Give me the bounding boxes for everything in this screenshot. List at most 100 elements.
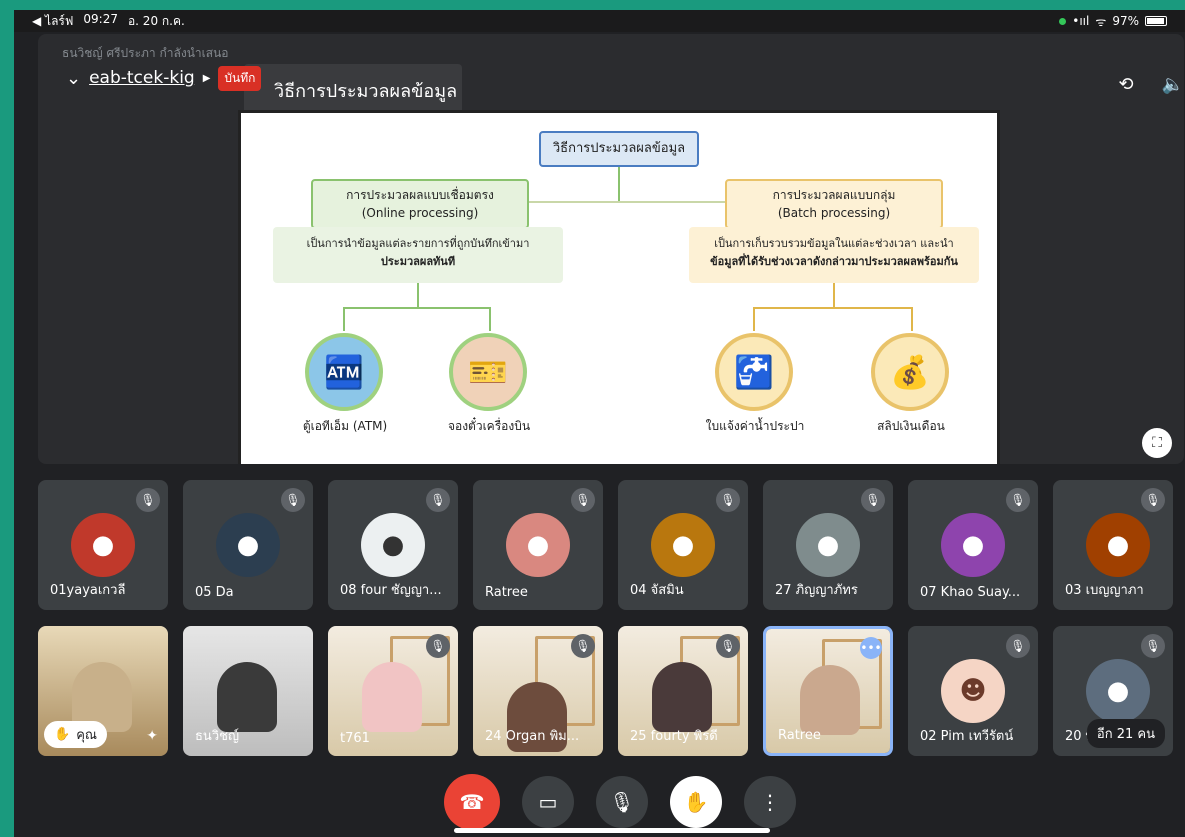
video-icon[interactable]: ▭: [522, 776, 574, 828]
ticket-icon: 🎫: [449, 333, 527, 411]
connector: [489, 307, 491, 331]
chevron-right-icon[interactable]: ▶: [203, 73, 211, 84]
online-desc-line2: ประมวลผลทันที: [380, 255, 456, 268]
connector: [833, 283, 835, 307]
others-count[interactable]: อีก 21 คน: [1086, 719, 1165, 748]
participant-name: 24 Organ พิม...: [485, 729, 580, 744]
mic-off-icon: 🎙: [716, 488, 740, 512]
participant-name: ธนวิชญ์: [195, 729, 240, 744]
home-indicator: [454, 828, 770, 833]
slide-title-tab: วิธีการประมวลผลข้อมูล: [244, 64, 462, 110]
connector: [911, 307, 913, 331]
avatar: ●: [1086, 659, 1150, 723]
recording-badge: บันทึก: [218, 65, 262, 91]
meeting-code[interactable]: eab-tcek-kig: [89, 68, 195, 88]
water-tap-icon: 🚰: [715, 333, 793, 411]
connector: [618, 167, 620, 201]
battery-percent: 97%: [1112, 14, 1139, 28]
avatar: ●: [71, 513, 135, 577]
participant-tile[interactable]: 🎙 ● Ratree: [473, 480, 603, 610]
status-time: 09:27: [83, 11, 118, 26]
participant-person: [800, 665, 860, 735]
online-processing-box: การประมวลผลแบบเชื่อมตรง (Online processi…: [311, 179, 529, 229]
mic-off-icon: 🎙: [1141, 488, 1165, 512]
participant-tile[interactable]: 🎙 25 fourty พิรดี: [618, 626, 748, 756]
participant-name: Ratree: [485, 585, 528, 600]
avatar: ●: [216, 513, 280, 577]
shared-screen: วิธีการประมวลผลข้อมูล วิธีการประมวลผลข้อ…: [238, 64, 1018, 464]
participant-tile[interactable]: 🎙 ● 27 ภิญญาภัทร: [763, 480, 893, 610]
camera-flip-icon[interactable]: ⟲: [1118, 74, 1133, 95]
caption-ticket: จองตั๋วเครื่องบิน: [447, 419, 531, 433]
avatar: ●: [941, 513, 1005, 577]
batch-title: การประมวลผลแบบกลุ่ม: [772, 188, 896, 202]
online-desc-line1: เป็นการนำข้อมูลแต่ละรายการที่ถูกบันทึกเข…: [306, 237, 530, 250]
raise-hand-icon: ✋: [54, 727, 71, 742]
avatar: ●: [796, 513, 860, 577]
connector: [343, 307, 345, 331]
online-title: การประมวลผลแบบเชื่อมตรง: [346, 188, 494, 202]
chevron-down-icon[interactable]: ⌄: [66, 68, 81, 89]
connector: [753, 307, 755, 331]
batch-en: (Batch processing): [777, 206, 891, 220]
effects-icon[interactable]: ✦: [146, 728, 158, 744]
mic-off-icon: 🎙: [426, 634, 450, 658]
more-vert-icon[interactable]: ⋮: [744, 776, 796, 828]
fullscreen-icon[interactable]: ⛶: [1142, 428, 1172, 458]
participant-name: 02 Pim เทวีรัตน์: [920, 729, 1014, 744]
battery-icon: [1145, 16, 1167, 26]
participant-name: t761: [340, 731, 370, 746]
participant-tile[interactable]: 🎙 24 Organ พิม...: [473, 626, 603, 756]
batch-description: เป็นการเก็บรวบรวมข้อมูลในแต่ละช่วงเวลา แ…: [689, 227, 979, 283]
status-bar: ◀ ไลร์ฟ 09:27 อ. 20 ก.ค. •ııl ᯤ 97%: [14, 10, 1185, 32]
slide-content: วิธีการประมวลผลข้อมูล การประมวลผลแบบเชื่…: [238, 110, 1000, 464]
participant-tile-active[interactable]: ••• Ratree: [763, 626, 893, 756]
end-call-icon[interactable]: ☎: [444, 774, 500, 830]
participant-name: 01yayaเกวลี: [50, 583, 126, 598]
participant-name: 04 จัสมิน: [630, 583, 684, 598]
participant-tile[interactable]: 🎙 ● 01yayaเกวลี: [38, 480, 168, 610]
mic-off-icon: 🎙: [426, 488, 450, 512]
participant-tile[interactable]: 🎙 ● 07 Khao Suay...: [908, 480, 1038, 610]
raise-hand-icon[interactable]: ✋: [670, 776, 722, 828]
mic-off-icon: 🎙: [281, 488, 305, 512]
back-to-app[interactable]: ◀ ไลร์ฟ: [32, 12, 73, 31]
mic-off-icon: 🎙: [1006, 488, 1030, 512]
participant-tile[interactable]: 🎙 ● 05 Da: [183, 480, 313, 610]
participant-name: 08 four ชัญญา...: [340, 583, 442, 598]
batch-desc-line2: ข้อมูลที่ได้รับช่วงเวลาดังกล่าวมาประมวลผ…: [710, 255, 958, 268]
privacy-dot-icon: [1059, 17, 1067, 25]
participant-tile[interactable]: 🎙 ● 04 จัสมิน: [618, 480, 748, 610]
online-en: (Online processing): [361, 206, 479, 220]
avatar: ●: [651, 513, 715, 577]
presentation-stage: ธนวิชญ์ ศรีประภา กำลังนำเสนอ ⌄ eab-tcek-…: [38, 34, 1184, 464]
mic-off-icon: 🎙: [861, 488, 885, 512]
participant-tile[interactable]: 🎙 ● 03 เบญญาภา: [1053, 480, 1173, 610]
mic-off-icon: 🎙: [716, 634, 740, 658]
more-horiz-icon[interactable]: •••: [860, 637, 882, 659]
self-pill: ✋ คุณ: [44, 721, 107, 748]
participant-name: 07 Khao Suay...: [920, 585, 1021, 600]
participant-name: 05 Da: [195, 585, 234, 600]
speaker-icon[interactable]: 🔈: [1162, 74, 1184, 95]
participant-tile[interactable]: 🎙 t761: [328, 626, 458, 756]
meeting-topbar: ⌄ eab-tcek-kig ▶ บันทึก: [38, 58, 262, 98]
participant-tile[interactable]: 🎙 ● 08 four ชัญญา...: [328, 480, 458, 610]
participant-tile[interactable]: 🎙 ● 20 พล อีก 21 คน: [1053, 626, 1173, 756]
salary-slip-icon: 💰: [871, 333, 949, 411]
status-date: อ. 20 ก.ค.: [127, 13, 185, 28]
mic-icon[interactable]: 🎙: [596, 776, 648, 828]
participant-tile[interactable]: 🎙 ☻ 02 Pim เทวีรัตน์: [908, 626, 1038, 756]
caption-slip: สลิปเงินเดือน: [877, 419, 945, 433]
batch-processing-box: การประมวลผลแบบกลุ่ม (Batch processing): [725, 179, 943, 229]
avatar: ●: [361, 513, 425, 577]
participant-person: [652, 662, 712, 732]
avatar: ☻: [941, 659, 1005, 723]
mic-off-icon: 🎙: [1141, 634, 1165, 658]
self-tile[interactable]: ✋ คุณ ✦: [38, 626, 168, 756]
self-label: คุณ: [76, 728, 97, 743]
mic-off-icon: 🎙: [571, 634, 595, 658]
caption-tap: ใบแจ้งค่าน้ำประปา: [705, 419, 805, 433]
participant-tile[interactable]: ธนวิชญ์: [183, 626, 313, 756]
participant-name: 25 fourty พิรดี: [630, 729, 718, 744]
